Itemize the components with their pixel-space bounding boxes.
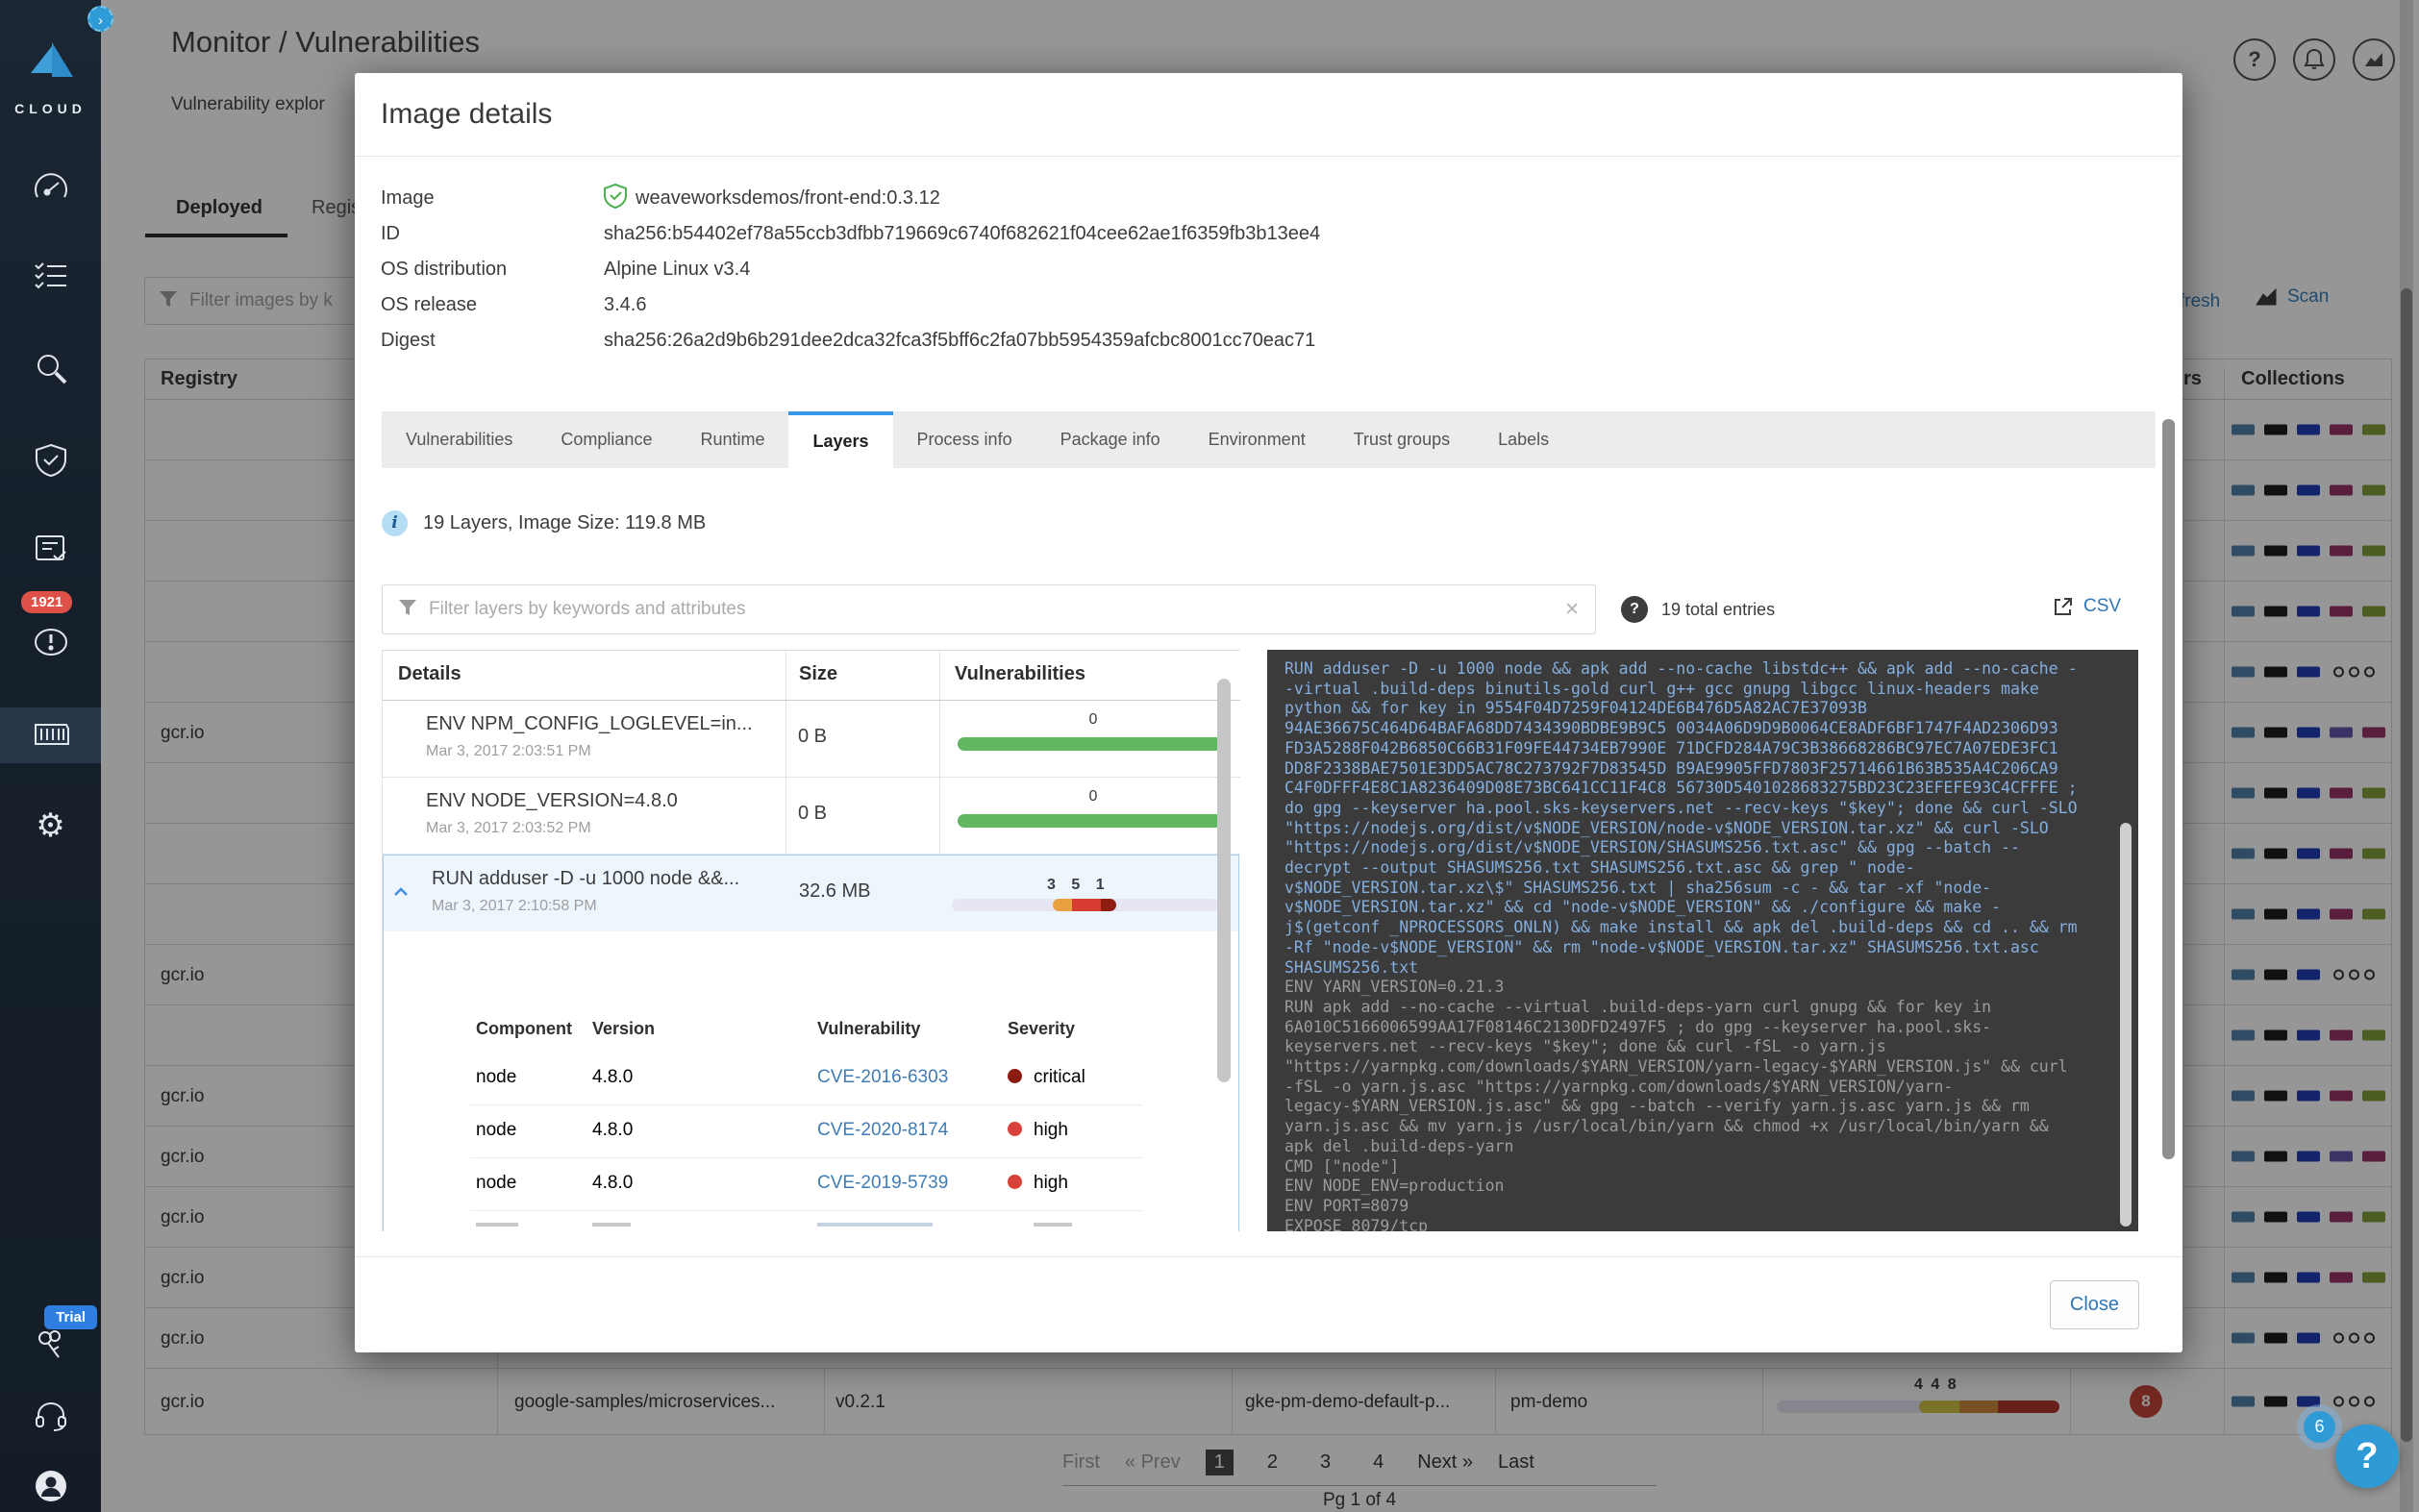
field-value-image: weaveworksdemos/front-end:0.3.12: [636, 187, 940, 210]
investigate-search-icon[interactable]: [0, 352, 101, 384]
modal-tabs: Vulnerabilities Compliance Runtime Layer…: [382, 411, 2156, 468]
containers-icon[interactable]: [0, 719, 101, 748]
col-size: Size: [799, 663, 837, 685]
user-profile-icon[interactable]: [0, 1469, 101, 1503]
tab-trust-groups[interactable]: Trust groups: [1330, 411, 1474, 468]
code-other-layers: ENV YARN_VERSION=0.21.3RUN apk add --no-…: [1284, 978, 2138, 1231]
layers-summary-text: 19 Layers, Image Size: 119.8 MB: [423, 512, 706, 534]
prisma-cloud-logo: CLOUD: [0, 38, 101, 116]
clean-bar: [958, 737, 1229, 751]
field-label-image: Image: [381, 187, 604, 210]
cve-row-2: node 4.8.0 CVE-2020-8174 high: [384, 1105, 1238, 1158]
code-pane-scrollbar[interactable]: [2120, 823, 2132, 1227]
sidebar: › CLOUD 1921 ⚙: [0, 0, 101, 1512]
tab-labels[interactable]: Labels: [1474, 411, 1573, 468]
col-vulnerabilities: Vulnerabilities: [955, 663, 1085, 685]
modal-title: Image details: [381, 98, 552, 131]
layers-filter-input[interactable]: [429, 599, 1553, 620]
cve-row-1: node 4.8.0 CVE-2016-6303 critical: [384, 1053, 1238, 1105]
info-icon: i: [382, 510, 408, 536]
field-value-os-distribution: Alpine Linux v3.4: [604, 259, 750, 281]
chevron-up-icon[interactable]: [393, 884, 409, 902]
tab-layers[interactable]: Layers: [788, 411, 892, 468]
severity-dot-high: [1008, 1175, 1022, 1189]
tab-environment[interactable]: Environment: [1185, 411, 1330, 468]
severity-bar: [952, 899, 1218, 911]
field-label-os-release: OS release: [381, 294, 604, 316]
modal-header: Image details: [355, 73, 2182, 157]
layers-table: Details Size Vulnerabilities ENV NPM_CON…: [382, 650, 1240, 1231]
layer-row-2[interactable]: ENV NODE_VERSION=4.8.0 Mar 3, 2017 2:03:…: [383, 778, 1240, 855]
trusted-shield-check-icon: [604, 184, 627, 214]
sidebar-expand-toggle[interactable]: ›: [87, 6, 113, 32]
field-label-id: ID: [381, 223, 604, 245]
modal-scrollbar[interactable]: [2162, 419, 2175, 1159]
tab-vulnerabilities[interactable]: Vulnerabilities: [382, 411, 536, 468]
cve-link[interactable]: CVE-2016-6303: [817, 1067, 948, 1088]
total-entries: ? 19 total entries: [1621, 596, 1775, 623]
defend-shield-icon[interactable]: [0, 443, 101, 478]
image-fields: Image weaveworksdemos/front-end:0.3.12 I…: [381, 181, 1320, 359]
layers-table-scrollbar[interactable]: [1217, 679, 1231, 1082]
policies-checklist-icon[interactable]: [0, 261, 101, 290]
cve-row-clipped: [476, 1223, 1142, 1231]
help-fab-button[interactable]: ?: [2335, 1425, 2399, 1488]
trial-badge: Trial: [44, 1305, 97, 1329]
field-label-os-distribution: OS distribution: [381, 259, 604, 281]
vuln-count: 0: [958, 788, 1229, 806]
filter-funnel-icon: [398, 599, 417, 621]
alerts-count-badge: 1921: [21, 591, 72, 613]
layers-summary: i 19 Layers, Image Size: 119.8 MB: [382, 510, 706, 536]
cve-row-3: node 4.8.0 CVE-2019-5739 high: [384, 1158, 1238, 1211]
field-value-os-release: 3.4.6: [604, 294, 646, 316]
image-details-modal: Image details Image weaveworksdemos/fron…: [355, 73, 2182, 1352]
vuln-count: 0: [958, 711, 1229, 729]
severity-dot-high: [1008, 1122, 1022, 1136]
tab-process-info[interactable]: Process info: [893, 411, 1036, 468]
layers-table-header: Details Size Vulnerabilities: [383, 651, 1240, 701]
support-headset-icon[interactable]: [0, 1401, 101, 1432]
entries-help-icon[interactable]: ?: [1621, 596, 1648, 623]
field-value-digest: sha256:26a2d9b6b291dee2dca32fca3f5bff6c2…: [604, 330, 1315, 352]
app-screen: Monitor / Vulnerabilities Vulnerability …: [0, 0, 2419, 1512]
layer-row-3[interactable]: RUN adduser -D -u 1000 node &&... Mar 3,…: [384, 855, 1238, 931]
col-details: Details: [398, 663, 461, 685]
cve-link[interactable]: CVE-2019-5739: [817, 1173, 948, 1194]
compliance-report-icon[interactable]: [0, 534, 101, 565]
access-keys-icon[interactable]: [0, 1328, 101, 1359]
vuln-counts: 3 5 1: [1047, 877, 1110, 894]
field-label-digest: Digest: [381, 330, 604, 352]
export-icon: [2053, 596, 2074, 617]
settings-gear-icon[interactable]: ⚙: [0, 809, 101, 842]
severity-dot-critical: [1008, 1069, 1022, 1083]
clear-filter-icon[interactable]: ✕: [1564, 599, 1580, 621]
csv-export-button[interactable]: CSV: [2053, 596, 2121, 617]
logo-mark-icon: [23, 38, 79, 88]
field-value-id: sha256:b54402ef78a55ccb3dfbb719669c6740f…: [604, 223, 1320, 245]
alerts-icon[interactable]: [0, 627, 101, 657]
close-button[interactable]: Close: [2050, 1280, 2139, 1329]
code-selected-layer: RUN adduser -D -u 1000 node && apk add -…: [1284, 659, 2138, 978]
cve-link[interactable]: CVE-2020-8174: [817, 1120, 948, 1141]
fab-notification-badge[interactable]: 6: [2304, 1411, 2335, 1443]
modal-footer: Close: [355, 1256, 2182, 1352]
tab-package-info[interactable]: Package info: [1036, 411, 1185, 468]
layer-row-3-expanded: RUN adduser -D -u 1000 node &&... Mar 3,…: [383, 855, 1239, 1231]
dockerfile-code-pane: RUN adduser -D -u 1000 node && apk add -…: [1267, 650, 2138, 1231]
clean-bar: [958, 814, 1229, 828]
layer-row-1[interactable]: ENV NPM_CONFIG_LOGLEVEL=in... Mar 3, 201…: [383, 701, 1240, 778]
dashboard-gauge-icon[interactable]: [0, 171, 101, 202]
total-entries-text: 19 total entries: [1661, 600, 1775, 620]
tab-compliance[interactable]: Compliance: [536, 411, 676, 468]
layers-filter: ✕: [382, 584, 1596, 634]
tab-runtime[interactable]: Runtime: [676, 411, 788, 468]
